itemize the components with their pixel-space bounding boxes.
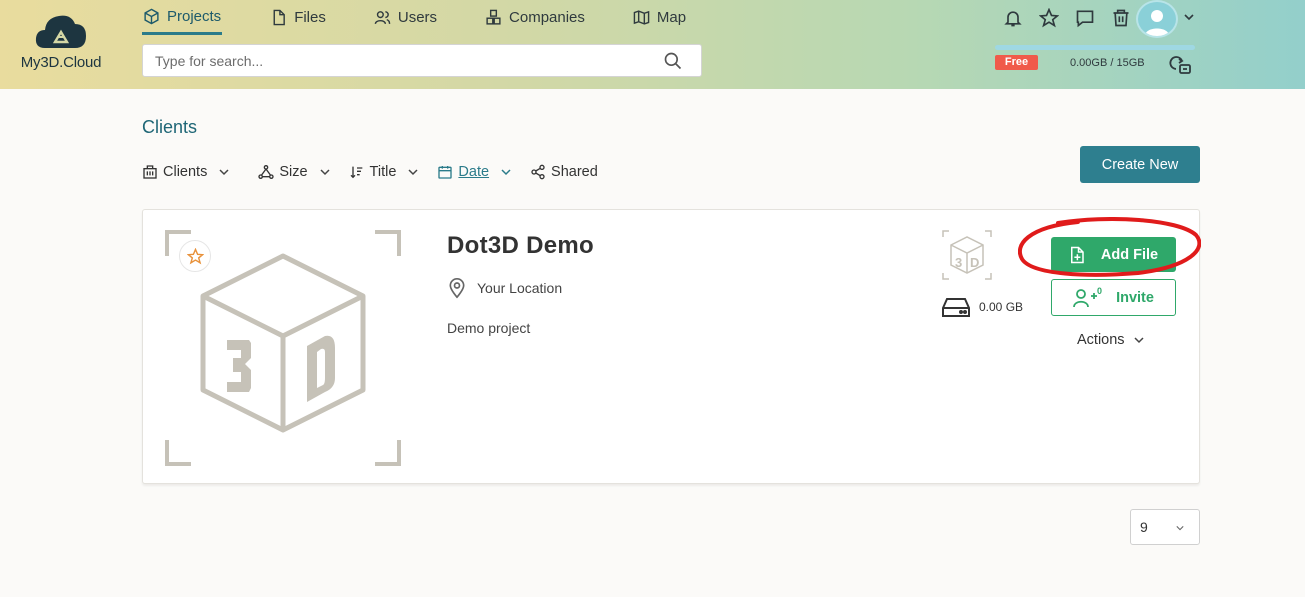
filter-title-label: Title (369, 164, 397, 180)
nav-files-label: Files (294, 9, 326, 26)
per-page-value: 9 (1140, 519, 1148, 535)
search-input[interactable] (143, 45, 643, 76)
chevron-down-icon (219, 169, 229, 176)
nav-map-label: Map (656, 9, 687, 26)
logo-text: My3D.Cloud (20, 54, 102, 71)
chat-icon (1076, 10, 1094, 28)
map-icon (633, 10, 650, 25)
users-icon (374, 11, 391, 25)
filter-bar: Clients Size Title Date Shared (142, 160, 616, 184)
notifications-button[interactable] (995, 8, 1031, 28)
filter-title[interactable]: Title (349, 164, 420, 180)
per-page-select[interactable]: 9 (1130, 509, 1200, 545)
share-icon (531, 164, 545, 180)
star-icon (186, 247, 204, 264)
cube-icon (144, 8, 159, 24)
chevron-down-icon (1176, 526, 1184, 531)
nav-map[interactable]: Map (633, 0, 686, 35)
file-icon (273, 9, 286, 26)
storage-usage-text: 0.00GB / 15GB (1070, 57, 1145, 69)
nav-files[interactable]: Files (270, 0, 326, 35)
nav-users-label: Users (397, 9, 438, 26)
filter-clients[interactable]: Clients (142, 164, 230, 180)
favorite-toggle[interactable] (179, 240, 211, 272)
star-icon (1039, 8, 1059, 28)
cloud-recycle-logo-icon (35, 15, 86, 49)
svg-text:3: 3 (955, 255, 962, 270)
project-description: Demo project (447, 320, 531, 336)
user-plus-icon (1073, 288, 1098, 307)
trash-icon (1113, 9, 1129, 27)
page-title: Clients (142, 117, 198, 137)
search-box (142, 44, 702, 77)
invite-button[interactable]: 0 Invite (1051, 279, 1176, 316)
project-location: Your Location (447, 277, 562, 299)
boxes-icon (486, 9, 501, 25)
search-icon[interactable] (663, 51, 683, 71)
nav-projects[interactable]: Projects (142, 0, 223, 35)
filter-shared-label: Shared (551, 164, 598, 180)
cloud-storage-icon[interactable] (1168, 53, 1192, 75)
create-new-button[interactable]: Create New (1080, 146, 1200, 183)
bell-icon (1004, 11, 1022, 27)
svg-text:D: D (970, 255, 979, 270)
hard-drive-icon (942, 298, 970, 317)
nav-companies[interactable]: Companies (485, 0, 585, 35)
messages-button[interactable] (1067, 8, 1103, 28)
sort-icon (350, 166, 362, 179)
filter-clients-label: Clients (163, 164, 208, 180)
project-location-text: Your Location (477, 280, 563, 296)
chevron-down-icon (320, 169, 330, 176)
project-size-text: 0.00 GB (979, 300, 1024, 314)
filter-date-label: Date (458, 164, 490, 180)
storage-progress-bar (995, 45, 1195, 50)
filter-size-label: Size (279, 164, 308, 180)
actions-label: Actions (1077, 332, 1125, 348)
user-avatar[interactable] (1136, 0, 1178, 38)
filter-size[interactable]: Size (258, 164, 330, 180)
nav-projects-label: Projects (167, 7, 222, 25)
actions-dropdown[interactable]: Actions (1077, 332, 1145, 348)
app-logo[interactable]: My3D.Cloud (18, 8, 104, 76)
user-plus-icon: 0 (1073, 285, 1103, 308)
invite-label: Invite (1116, 289, 1154, 306)
main-nav: Projects Files Users Companies Map (142, 0, 734, 38)
filter-shared[interactable]: Shared (530, 164, 598, 180)
project-title[interactable]: Dot3D Demo (447, 232, 594, 260)
chevron-down-icon[interactable] (1183, 12, 1195, 22)
calendar-icon (438, 166, 453, 179)
highlight-annotation (1018, 217, 1201, 277)
project-size: 0.00 GB (941, 296, 1023, 318)
trash-button[interactable] (1103, 8, 1139, 28)
location-pin-icon (449, 278, 465, 299)
network-icon (258, 165, 274, 179)
chevron-down-icon (1134, 337, 1144, 344)
chevron-down-icon (501, 169, 511, 176)
favorites-button[interactable] (1031, 8, 1067, 28)
user-icon (1145, 10, 1169, 36)
top-header: My3D.Cloud Projects Files Users Companie… (0, 0, 1305, 89)
filter-date[interactable]: Date (437, 164, 512, 180)
nav-users[interactable]: Users (374, 0, 437, 35)
nav-companies-label: Companies (509, 9, 585, 26)
building-icon (143, 165, 157, 179)
plan-badge: Free (995, 55, 1038, 70)
header-actions (995, 8, 1139, 28)
model-3d-icon: 3 D (942, 230, 992, 280)
chevron-down-icon (408, 169, 418, 176)
invite-count: 0 (1097, 285, 1103, 296)
